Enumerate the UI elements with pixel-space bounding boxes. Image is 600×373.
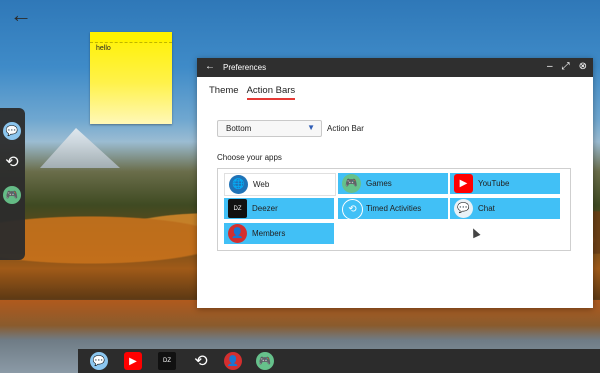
history-clock-icon[interactable]: ⟲ — [192, 352, 210, 370]
app-tile-games[interactable]: 🎮 Games — [338, 173, 448, 194]
window-titlebar: ← Preferences – ⤢ ⊗ — [197, 58, 593, 77]
youtube-icon[interactable]: ▶ — [124, 352, 142, 370]
gamepad-icon: 🎮 — [342, 174, 361, 193]
minimize-icon[interactable]: – — [547, 61, 553, 73]
window-back-icon[interactable]: ← — [205, 61, 215, 73]
preferences-tabs: Theme Action Bars — [209, 85, 295, 100]
bottom-action-bar: 💬 ▶ DZ ⟲ 👤 🎮 — [78, 349, 600, 373]
deezer-icon[interactable]: DZ — [158, 352, 176, 370]
app-label: Web — [253, 180, 270, 189]
gamepad-icon[interactable]: 🎮 — [256, 352, 274, 370]
sticky-note-text: hello — [96, 45, 111, 52]
action-bar-label: Action Bar — [327, 124, 364, 133]
action-bar-position-value: Bottom — [226, 124, 252, 133]
left-action-bar: 💬 ⟲ 🎮 — [0, 108, 25, 260]
app-tile-deezer[interactable]: DZ Deezer — [224, 198, 334, 219]
sticky-note-header — [90, 32, 172, 43]
chat-icon[interactable]: 💬 — [3, 122, 21, 140]
app-tile-youtube[interactable]: ▶ YouTube — [450, 173, 560, 194]
youtube-icon: ▶ — [454, 174, 473, 193]
user-icon[interactable]: 👤 — [224, 352, 242, 370]
window-controls: – ⤢ ⊗ — [547, 61, 587, 73]
preferences-window: ← Preferences – ⤢ ⊗ Theme Action Bars Bo… — [197, 58, 593, 308]
app-tile-members[interactable]: 👤 Members — [224, 223, 334, 244]
apps-grid: 🌐 Web 🎮 Games ▶ YouTube DZ Deezer ⟲ Time… — [217, 168, 571, 251]
app-label: Chat — [478, 204, 495, 213]
choose-apps-label: Choose your apps — [217, 153, 282, 162]
tab-action-bars[interactable]: Action Bars — [246, 85, 295, 100]
history-clock-icon[interactable]: ⟲ — [3, 153, 21, 171]
sticky-note[interactable]: hello — [90, 32, 172, 124]
globe-icon: 🌐 — [229, 175, 248, 194]
chat-icon: 💬 — [454, 199, 473, 218]
back-arrow-icon[interactable]: ← — [10, 4, 34, 26]
app-label: Deezer — [252, 204, 278, 213]
tab-theme[interactable]: Theme — [209, 85, 239, 100]
app-label: Timed Activities — [366, 204, 422, 213]
app-label: Games — [366, 179, 392, 188]
maximize-icon[interactable]: ⤢ — [562, 61, 570, 73]
gamepad-icon[interactable]: 🎮 — [3, 186, 21, 204]
app-tile-web[interactable]: 🌐 Web — [224, 173, 336, 196]
app-tile-chat[interactable]: 💬 Chat — [450, 198, 560, 219]
close-icon[interactable]: ⊗ — [579, 61, 587, 73]
deezer-icon: DZ — [228, 199, 247, 218]
history-clock-icon: ⟲ — [342, 199, 363, 220]
window-title: Preferences — [223, 63, 267, 72]
app-label: YouTube — [478, 179, 510, 188]
app-label: Members — [252, 229, 286, 238]
chevron-down-icon: ▼ — [307, 123, 315, 132]
action-bar-position-select[interactable]: Bottom ▼ — [217, 120, 322, 137]
chat-icon[interactable]: 💬 — [90, 352, 108, 370]
app-tile-timed-activities[interactable]: ⟲ Timed Activities — [338, 198, 448, 220]
user-icon: 👤 — [228, 224, 247, 243]
